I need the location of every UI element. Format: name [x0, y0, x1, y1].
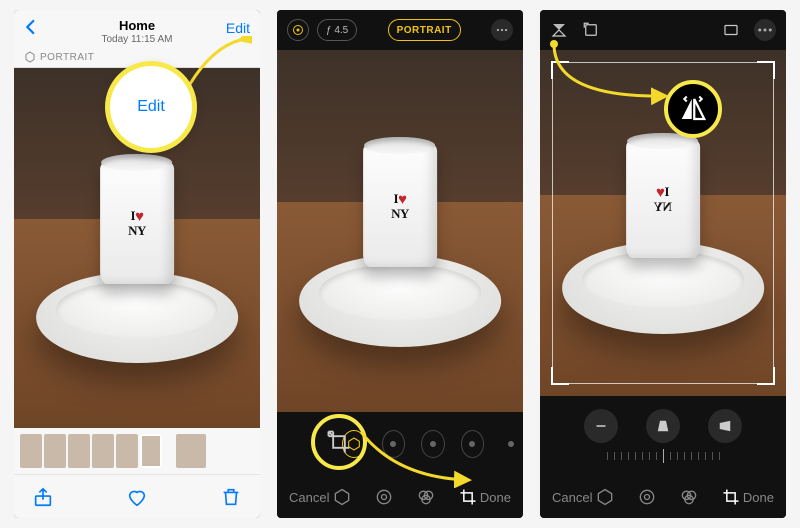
thumbnail[interactable]: [20, 434, 42, 468]
photos-viewer-screen: Home Today 11:15 AM Edit PORTRAIT I♥ NY …: [14, 10, 260, 518]
cancel-button[interactable]: Cancel: [552, 490, 592, 505]
thumbnail[interactable]: [68, 434, 90, 468]
angle-ruler[interactable]: [573, 449, 753, 463]
edit-callout-bubble: Edit: [110, 66, 192, 148]
heart-icon[interactable]: [126, 486, 148, 508]
crop-screen: I♥ NY: [540, 10, 786, 518]
crop-header: [540, 10, 786, 50]
vertical-perspective-button[interactable]: [646, 409, 680, 443]
back-button[interactable]: [22, 18, 40, 42]
trapezoid-v-icon: [654, 417, 672, 435]
done-button[interactable]: Done: [743, 490, 774, 505]
edit-bottom-bar: Cancel Done: [540, 476, 786, 518]
dash-icon: [592, 417, 610, 435]
hexagon-icon: [24, 51, 36, 63]
viewer-toolbar: [14, 474, 260, 518]
edit-tabs: [595, 487, 741, 507]
edit-header: ƒ 4.5 PORTRAIT: [277, 10, 523, 50]
flash-toggle[interactable]: [287, 19, 309, 41]
adjust-icon[interactable]: [374, 487, 394, 507]
thumbnail[interactable]: [116, 434, 138, 468]
edit-adjust-screen: ƒ 4.5 PORTRAIT I♥ NY: [277, 10, 523, 518]
cancel-button[interactable]: Cancel: [289, 490, 329, 505]
portrait-effect-icon[interactable]: [595, 487, 615, 507]
edit-bottom-bar: Cancel Done: [277, 476, 523, 518]
thumbnail[interactable]: [176, 434, 206, 468]
crop-viewport[interactable]: I♥ NY: [540, 50, 786, 396]
ellipsis-icon: [495, 23, 509, 37]
aspect-presets-icon[interactable]: [722, 21, 740, 39]
aperture-pill[interactable]: ƒ 4.5: [317, 19, 357, 41]
crop-icon[interactable]: [721, 487, 741, 507]
trash-icon[interactable]: [220, 486, 242, 508]
crop-icon[interactable]: [458, 487, 478, 507]
thumbnail-selected[interactable]: [140, 434, 162, 468]
adjust-icon[interactable]: [637, 487, 657, 507]
rotate-icon[interactable]: [582, 21, 600, 39]
flip-horizontal-icon: [678, 94, 708, 124]
share-icon[interactable]: [32, 486, 54, 508]
crop-frame[interactable]: [552, 62, 774, 384]
portrait-badge: PORTRAIT: [24, 51, 94, 63]
straighten-button[interactable]: [584, 409, 618, 443]
done-button[interactable]: Done: [480, 490, 511, 505]
tool-dot[interactable]: [382, 430, 405, 458]
more-button[interactable]: [754, 19, 776, 41]
photo-viewport[interactable]: I♥ NY: [277, 50, 523, 412]
photo-content: I♥ NY: [277, 50, 523, 412]
more-button[interactable]: [491, 19, 513, 41]
tool-dot[interactable]: [500, 430, 523, 458]
adjust-tool-row: [277, 412, 523, 476]
portrait-effect-icon[interactable]: [332, 487, 352, 507]
filters-icon[interactable]: [679, 487, 699, 507]
crop-handle-br[interactable]: [757, 367, 775, 385]
crop-handle-tr[interactable]: [757, 61, 775, 79]
flip-vertical-icon[interactable]: [550, 21, 568, 39]
trapezoid-h-icon: [716, 417, 734, 435]
edit-tabs: [332, 487, 478, 507]
album-title: Home: [24, 18, 250, 33]
ellipsis-icon: [756, 21, 774, 39]
crop-handle-bl[interactable]: [551, 367, 569, 385]
thumbnail-strip[interactable]: [14, 428, 260, 474]
crop-handle-tl[interactable]: [551, 61, 569, 79]
thumbnail[interactable]: [44, 434, 66, 468]
horizontal-perspective-button[interactable]: [708, 409, 742, 443]
tool-dot[interactable]: [421, 430, 444, 458]
crop-tool-row: [540, 396, 786, 476]
portrait-pill[interactable]: PORTRAIT: [388, 19, 461, 41]
viewer-header: Home Today 11:15 AM Edit PORTRAIT: [14, 10, 260, 68]
tool-dot[interactable]: [461, 430, 484, 458]
edit-button[interactable]: Edit: [226, 20, 250, 36]
timestamp: Today 11:15 AM: [24, 34, 250, 45]
filters-icon[interactable]: [416, 487, 436, 507]
circle-dot-icon: [292, 24, 304, 36]
thumbnail[interactable]: [92, 434, 114, 468]
crop-callout-ring: [311, 414, 367, 470]
chevron-left-icon: [22, 18, 40, 36]
